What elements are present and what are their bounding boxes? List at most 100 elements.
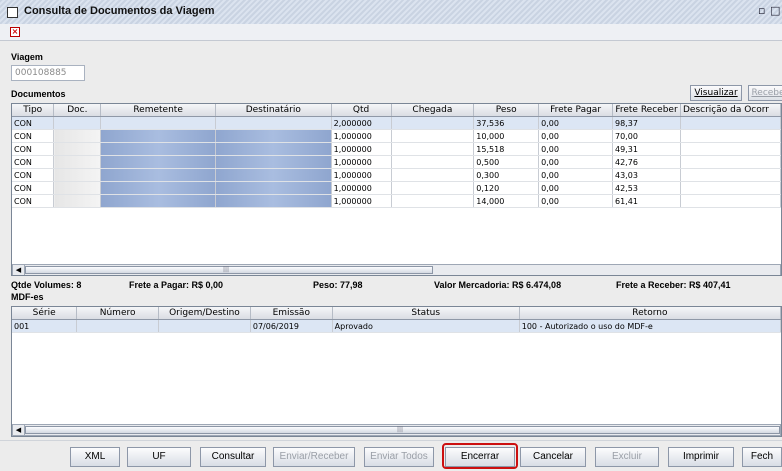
cell-tipo: CON xyxy=(12,116,55,130)
uf-button[interactable]: UF xyxy=(127,447,191,467)
fechar-button[interactable]: Fech xyxy=(742,447,782,467)
viagem-label: Viagem xyxy=(11,52,43,62)
close-doc-icon[interactable]: × xyxy=(10,27,20,37)
visualizar-button[interactable]: Visualizar xyxy=(690,85,742,101)
cell-tipo: CON xyxy=(12,142,55,156)
cell-remetente-redacted xyxy=(100,142,216,156)
cell-doc-redacted xyxy=(53,155,102,169)
col-chegada[interactable]: Chegada xyxy=(391,104,475,117)
cell-origem-redacted xyxy=(158,319,251,333)
scroll-left-icon[interactable]: ◀ xyxy=(13,425,25,435)
col-destinatario[interactable]: Destinatário xyxy=(215,104,332,117)
cell-frete-receber: 43,03 xyxy=(612,168,681,182)
col-tipo[interactable]: Tipo xyxy=(12,104,55,117)
cell-frete-pagar: 0,00 xyxy=(538,116,613,130)
cell-numero-redacted xyxy=(76,319,159,333)
col-numero[interactable]: Número xyxy=(76,307,159,320)
cell-peso: 0,120 xyxy=(473,181,540,195)
viagem-field[interactable]: 000108885 xyxy=(11,65,85,81)
cell-chegada xyxy=(391,155,475,169)
cell-qtd: 1,000000 xyxy=(331,142,392,156)
cell-frete-pagar: 0,00 xyxy=(538,168,613,182)
col-frete-receber[interactable]: Frete Receber xyxy=(612,104,681,117)
cell-chegada xyxy=(391,116,475,130)
cell-remetente-redacted xyxy=(100,194,216,208)
mdfe-hscrollbar[interactable]: ◀ ||| xyxy=(12,424,781,436)
col-peso[interactable]: Peso xyxy=(473,104,540,117)
col-doc[interactable]: Doc. xyxy=(53,104,102,117)
table-row[interactable]: CON 1,000000 0,500 0,00 42,76 xyxy=(12,155,781,169)
scroll-left-icon[interactable]: ◀ xyxy=(13,265,25,275)
cell-peso: 10,000 xyxy=(473,129,540,143)
table-row[interactable]: CON 1,000000 0,300 0,00 43,03 xyxy=(12,168,781,182)
documentos-hscrollbar[interactable]: ◀ ||| xyxy=(12,264,781,275)
cell-remetente-redacted xyxy=(100,181,216,195)
window-icon xyxy=(7,7,18,18)
cell-peso: 0,500 xyxy=(473,155,540,169)
documentos-table[interactable]: Tipo Doc. Remetente Destinatário Qtd Che… xyxy=(11,103,782,276)
frete-a-pagar: Frete a Pagar: R$ 0,00 xyxy=(129,280,224,290)
cell-qtd: 1,000000 xyxy=(331,194,392,208)
cell-frete-pagar: 0,00 xyxy=(538,194,613,208)
cell-descricao xyxy=(680,181,781,195)
cell-chegada xyxy=(391,168,475,182)
table-row[interactable]: CON 1,000000 14,000 0,00 61,41 xyxy=(12,194,781,208)
cell-descricao xyxy=(680,168,781,182)
mdfe-table[interactable]: Série Número Origem/Destino Emissão Stat… xyxy=(11,306,782,437)
cell-frete-pagar: 0,00 xyxy=(538,181,613,195)
mdfe-grid: Série Número Origem/Destino Emissão Stat… xyxy=(12,307,781,333)
enviar-receber-button[interactable]: Enviar/Receber xyxy=(273,447,355,467)
xml-button[interactable]: XML xyxy=(70,447,120,467)
cell-remetente-redacted xyxy=(100,129,216,143)
col-frete-pagar[interactable]: Frete Pagar xyxy=(538,104,613,117)
col-retorno[interactable]: Retorno xyxy=(519,307,781,320)
documentos-header-row: Tipo Doc. Remetente Destinatário Qtd Che… xyxy=(12,104,781,117)
col-remetente[interactable]: Remetente xyxy=(100,104,216,117)
col-origem-destino[interactable]: Origem/Destino xyxy=(158,307,251,320)
cancelar-button[interactable]: Cancelar xyxy=(520,447,586,467)
imprimir-button[interactable]: Imprimir xyxy=(668,447,734,467)
cell-tipo: CON xyxy=(12,129,55,143)
cell-qtd: 2,000000 xyxy=(331,116,392,130)
cell-frete-receber: 49,31 xyxy=(612,142,681,156)
peso-total: Peso: 77,98 xyxy=(313,280,363,290)
col-status[interactable]: Status xyxy=(332,307,520,320)
documentos-label: Documentos xyxy=(11,89,66,99)
window-toolstrip: × xyxy=(0,24,782,41)
receber-button[interactable]: Recebe xyxy=(748,85,782,101)
cell-peso: 0,300 xyxy=(473,168,540,182)
table-row[interactable]: CON 1,000000 0,120 0,00 42,53 xyxy=(12,181,781,195)
table-row[interactable]: CON 2,000000 37,536 0,00 98,37 xyxy=(12,116,781,130)
table-row[interactable]: CON 1,000000 15,518 0,00 49,31 xyxy=(12,142,781,156)
cell-chegada xyxy=(391,129,475,143)
cell-frete-receber: 70,00 xyxy=(612,129,681,143)
cell-frete-pagar: 0,00 xyxy=(538,129,613,143)
cell-serie: 001 xyxy=(12,319,78,333)
col-serie[interactable]: Série xyxy=(12,307,78,320)
restore-icon[interactable]: ▫ xyxy=(758,4,765,17)
cell-peso: 15,518 xyxy=(473,142,540,156)
excluir-button[interactable]: Excluir xyxy=(595,447,659,467)
cell-frete-receber: 61,41 xyxy=(612,194,681,208)
cell-remetente-redacted xyxy=(100,155,216,169)
consultar-button[interactable]: Consultar xyxy=(200,447,266,467)
table-row[interactable]: 001 07/06/2019 Aprovado 100 - Autorizado… xyxy=(12,319,781,333)
col-descricao[interactable]: Descrição da Ocorr xyxy=(680,104,781,117)
cell-destinatario-redacted xyxy=(215,155,332,169)
cell-descricao xyxy=(680,155,781,169)
col-emissao[interactable]: Emissão xyxy=(250,307,333,320)
enviar-todos-button[interactable]: Enviar Todos xyxy=(364,447,434,467)
cell-chegada xyxy=(391,194,475,208)
cell-tipo: CON xyxy=(12,168,55,182)
maximize-icon[interactable]: □ xyxy=(770,4,780,17)
cell-remetente-redacted xyxy=(100,116,216,130)
separator xyxy=(0,440,782,441)
cell-frete-receber: 98,37 xyxy=(612,116,681,130)
cell-emissao: 07/06/2019 xyxy=(250,319,333,333)
cell-qtd: 1,000000 xyxy=(331,155,392,169)
table-row[interactable]: CON 1,000000 10,000 0,00 70,00 xyxy=(12,129,781,143)
cell-doc-redacted xyxy=(53,194,102,208)
col-qtd[interactable]: Qtd xyxy=(331,104,392,117)
cell-descricao xyxy=(680,142,781,156)
documentos-grid: Tipo Doc. Remetente Destinatário Qtd Che… xyxy=(12,104,781,208)
